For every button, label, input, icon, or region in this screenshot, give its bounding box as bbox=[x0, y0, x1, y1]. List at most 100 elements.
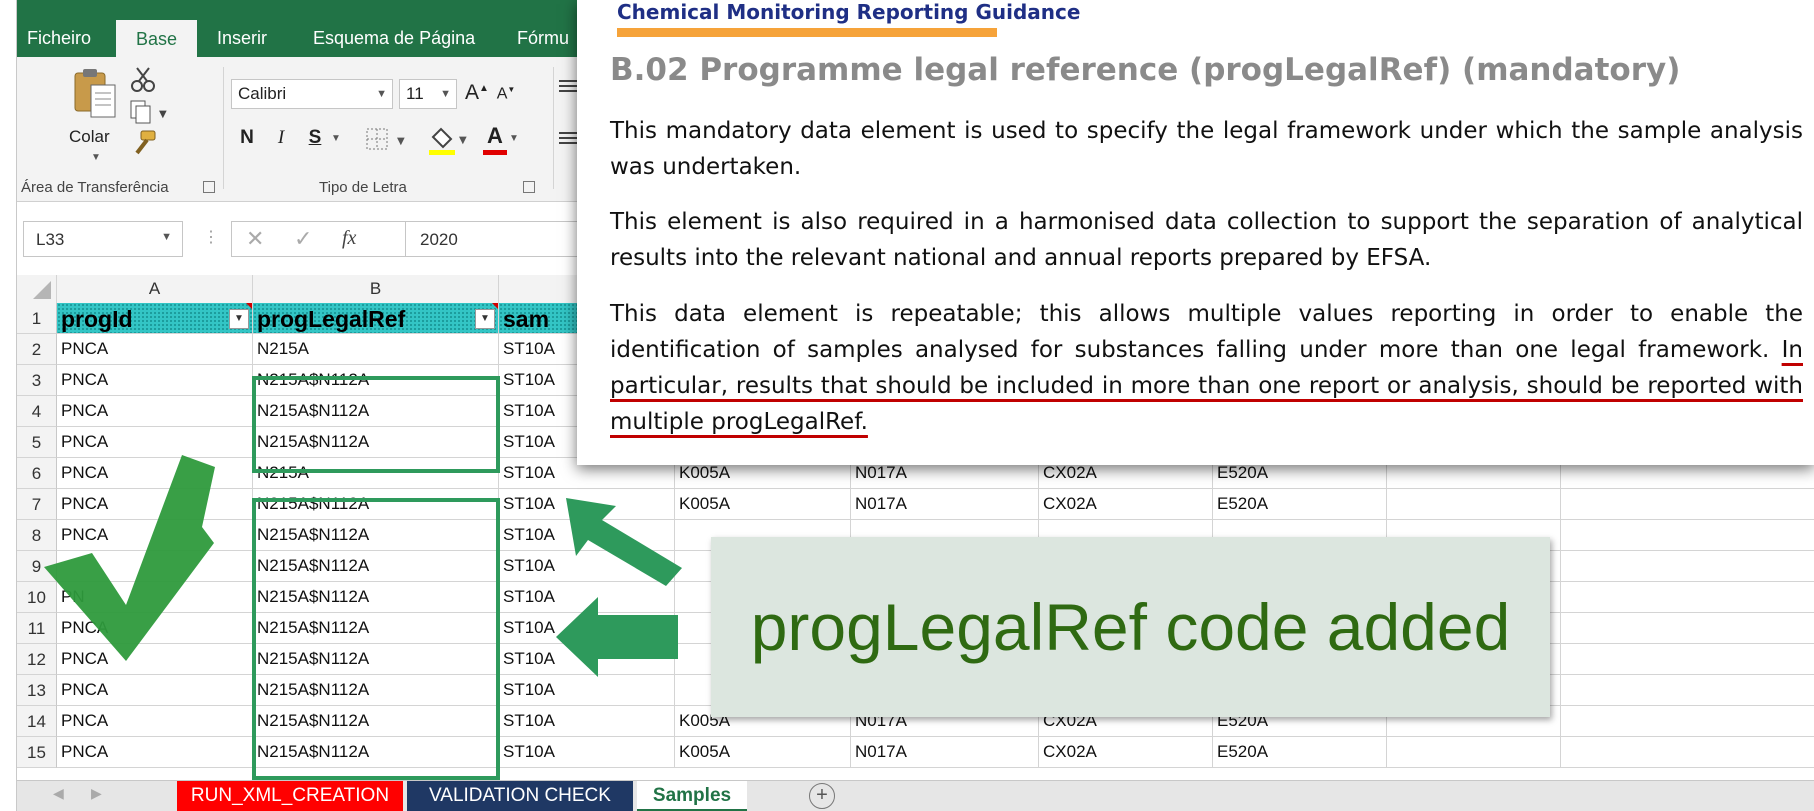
tab-home[interactable]: Base bbox=[116, 20, 198, 57]
sheet-tab-samples[interactable]: Samples bbox=[637, 781, 747, 811]
table-cell[interactable]: N215A bbox=[253, 334, 499, 365]
row-header[interactable]: 1 bbox=[17, 303, 57, 334]
filter-dropdown-icon[interactable]: ▼ bbox=[475, 309, 495, 329]
scroll-right-icon[interactable]: ▶ bbox=[91, 785, 102, 802]
shrink-font-button[interactable]: A▼ bbox=[495, 85, 517, 103]
table-cell[interactable]: ST10A bbox=[499, 737, 675, 768]
row-header[interactable]: 14 bbox=[17, 706, 57, 737]
row-header[interactable]: 5 bbox=[17, 427, 57, 458]
borders-icon[interactable]: ▼ bbox=[365, 127, 411, 153]
header-cell[interactable]: progLegalRef ▼ bbox=[253, 303, 499, 334]
format-painter-icon[interactable] bbox=[129, 129, 159, 157]
enter-icon[interactable]: ✓ bbox=[294, 226, 312, 252]
group-divider bbox=[223, 67, 224, 189]
table-cell[interactable]: CX02A bbox=[1039, 737, 1213, 768]
formula-actions: ✕ ✓ fx bbox=[231, 221, 407, 257]
table-cell[interactable]: PNCA bbox=[57, 427, 253, 458]
svg-text:▼: ▼ bbox=[159, 109, 167, 120]
table-cell[interactable] bbox=[1387, 489, 1561, 520]
highlight-box bbox=[252, 376, 500, 473]
tab-page-layout[interactable]: Esquema de Página bbox=[313, 28, 475, 49]
column-header-b[interactable]: B bbox=[253, 275, 499, 303]
font-color-button[interactable]: A ▼ bbox=[483, 123, 519, 157]
column-header-a[interactable]: A bbox=[57, 275, 253, 303]
bold-button[interactable]: N bbox=[235, 127, 259, 149]
chevron-down-icon: ▼ bbox=[376, 88, 387, 100]
tab-file[interactable]: Ficheiro bbox=[27, 28, 91, 49]
table-cell[interactable] bbox=[1561, 675, 1814, 706]
table-cell[interactable]: E520A bbox=[1213, 737, 1387, 768]
sheet-tab-validation-check[interactable]: VALIDATION CHECK bbox=[407, 781, 633, 811]
header-cell-label: sam bbox=[503, 306, 550, 332]
table-cell[interactable]: N017A bbox=[851, 489, 1039, 520]
paste-label[interactable]: Colar bbox=[69, 127, 110, 147]
grow-font-button[interactable]: A▲ bbox=[465, 81, 489, 105]
row-header[interactable]: 3 bbox=[17, 365, 57, 396]
grow-font-label: A bbox=[465, 81, 480, 104]
add-sheet-icon[interactable]: + bbox=[809, 783, 835, 809]
font-name-value: Calibri bbox=[238, 84, 287, 103]
copy-icon[interactable]: ▼ bbox=[129, 99, 169, 125]
font-size-select[interactable]: 11 ▼ bbox=[399, 79, 457, 109]
row-header[interactable]: 4 bbox=[17, 396, 57, 427]
row-header[interactable]: 13 bbox=[17, 675, 57, 706]
tab-formulas[interactable]: Fórmu bbox=[517, 28, 569, 49]
more-options-icon: ⋮ bbox=[203, 229, 219, 246]
fill-color-icon[interactable]: ▼ bbox=[427, 123, 471, 157]
sheet-tab-run-xml-creation[interactable]: RUN_XML_CREATION bbox=[177, 781, 403, 811]
cancel-icon[interactable]: ✕ bbox=[246, 226, 264, 252]
table-cell[interactable] bbox=[1561, 582, 1814, 613]
underline-button[interactable]: S bbox=[303, 127, 327, 149]
checkmark-icon bbox=[44, 455, 215, 661]
table-cell[interactable] bbox=[1561, 551, 1814, 582]
group-divider bbox=[553, 67, 554, 189]
table-cell[interactable] bbox=[1561, 737, 1814, 768]
table-cell[interactable]: N017A bbox=[851, 737, 1039, 768]
align-icon[interactable] bbox=[557, 73, 579, 153]
document-header: Chemical Monitoring Reporting Guidance bbox=[617, 0, 1081, 24]
table-cell[interactable]: PNCA bbox=[57, 396, 253, 427]
table-cell[interactable]: PNCA bbox=[57, 365, 253, 396]
comment-indicator bbox=[246, 303, 252, 309]
paste-dropdown-icon[interactable]: ▼ bbox=[91, 152, 101, 163]
table-cell[interactable]: CX02A bbox=[1039, 489, 1213, 520]
name-box-value: L33 bbox=[36, 230, 65, 249]
row-header[interactable]: 2 bbox=[17, 334, 57, 365]
select-all-corner[interactable] bbox=[17, 275, 57, 303]
cut-icon[interactable] bbox=[129, 65, 157, 93]
row-header[interactable]: 15 bbox=[17, 737, 57, 768]
filter-dropdown-icon[interactable]: ▼ bbox=[229, 309, 249, 329]
table-cell[interactable]: PNCA bbox=[57, 675, 253, 706]
table-cell[interactable]: PNCA bbox=[57, 706, 253, 737]
arrow-icon bbox=[566, 498, 682, 586]
table-cell[interactable]: PNCA bbox=[57, 334, 253, 365]
font-color-swatch bbox=[483, 150, 507, 155]
header-cell[interactable]: progId ▼ bbox=[57, 303, 253, 334]
font-name-select[interactable]: Calibri ▼ bbox=[231, 79, 393, 109]
underline-dropdown-icon[interactable]: ▼ bbox=[331, 133, 341, 144]
italic-button[interactable]: I bbox=[269, 127, 293, 149]
table-cell[interactable]: ST10A bbox=[499, 706, 675, 737]
table-cell[interactable] bbox=[1561, 644, 1814, 675]
chevron-down-icon: ▼ bbox=[440, 88, 451, 100]
table-cell[interactable] bbox=[1387, 737, 1561, 768]
table-cell[interactable]: E520A bbox=[1213, 489, 1387, 520]
table-cell[interactable]: K005A bbox=[675, 489, 851, 520]
table-cell[interactable] bbox=[1561, 706, 1814, 737]
font-launcher-icon[interactable] bbox=[523, 181, 535, 193]
chevron-down-icon: ▼ bbox=[161, 231, 172, 243]
table-cell[interactable]: K005A bbox=[675, 737, 851, 768]
table-cell[interactable] bbox=[1561, 520, 1814, 551]
name-box[interactable]: L33 ▼ bbox=[23, 221, 183, 257]
paste-icon[interactable] bbox=[71, 65, 119, 121]
table-cell[interactable]: ST10A bbox=[499, 675, 675, 706]
paragraph-1: This mandatory data element is used to s… bbox=[610, 118, 1803, 180]
clipboard-launcher-icon[interactable] bbox=[203, 181, 215, 193]
scroll-left-icon[interactable]: ◀ bbox=[53, 785, 64, 802]
table-cell[interactable]: PNCA bbox=[57, 737, 253, 768]
table-cell[interactable] bbox=[1561, 613, 1814, 644]
insert-function-icon[interactable]: fx bbox=[342, 227, 356, 250]
font-size-value: 11 bbox=[406, 84, 424, 103]
table-cell[interactable] bbox=[1561, 489, 1814, 520]
tab-insert[interactable]: Inserir bbox=[217, 28, 267, 49]
